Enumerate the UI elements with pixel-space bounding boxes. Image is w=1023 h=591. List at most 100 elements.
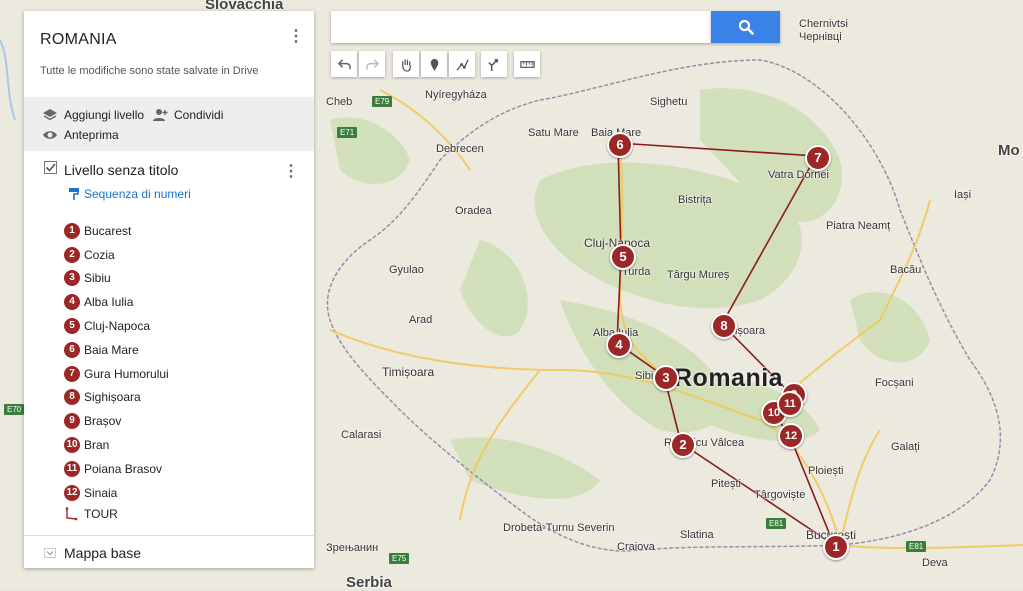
preview-button[interactable]: Anteprima: [42, 127, 119, 143]
select-items-button[interactable]: [393, 51, 419, 77]
map-marker-4[interactable]: 4: [606, 332, 632, 358]
paint-roller-icon: [69, 188, 79, 200]
road-shield: E70: [4, 404, 25, 415]
side-panel: ROMANIA ⋮ Tutte le modifiche sono state …: [24, 11, 314, 568]
place-name: Bucarest: [84, 223, 132, 238]
map-marker-8[interactable]: 8: [711, 313, 737, 339]
place-name: Bran: [84, 438, 110, 453]
place-name: Baia Mare: [84, 342, 139, 357]
map-label-craiova: Craiova: [617, 541, 655, 553]
layer-title[interactable]: Livello senza titolo: [64, 162, 178, 178]
place-name: Cluj-Napoca: [84, 319, 151, 334]
list-item[interactable]: 4 Alba Iulia: [64, 290, 169, 314]
road-shield: E81: [766, 518, 787, 529]
map-label-serbia: Serbia: [346, 574, 392, 591]
map-label-bacau: Bacău: [890, 264, 922, 276]
number-badge: 1: [64, 222, 80, 239]
list-item[interactable]: 10 Bran: [64, 433, 169, 457]
redo-icon: [365, 58, 379, 69]
map-label-piatra-neamt: Piatra Neamț: [826, 220, 891, 232]
list-item[interactable]: 8 Sighișoara: [64, 386, 169, 410]
map-label-bistrita: Bistrița: [678, 194, 712, 206]
share-label: Condividi: [174, 108, 224, 122]
number-badge: 7: [64, 365, 80, 382]
number-badge: 6: [64, 341, 80, 358]
map-marker-12[interactable]: 12: [778, 423, 804, 449]
map-marker-1[interactable]: 1: [823, 534, 849, 560]
place-name: Alba Iulia: [84, 295, 134, 310]
place-name: Poiana Brasov: [84, 461, 163, 476]
share-button[interactable]: Condividi: [152, 107, 223, 123]
map-label-calarasi: Deva: [922, 557, 948, 569]
map-marker-3[interactable]: 3: [653, 365, 679, 391]
add-layer-button[interactable]: Aggiungi livello: [42, 107, 144, 123]
place-name: Sinaia: [84, 485, 118, 500]
map-title[interactable]: ROMANIA: [40, 31, 117, 49]
number-badge: 8: [64, 389, 80, 406]
add-marker-button[interactable]: [421, 51, 447, 77]
road-shield: E81: [906, 541, 927, 552]
directions-button[interactable]: [481, 51, 507, 77]
map-label-chernivtsi: Chernivtsi: [799, 18, 848, 30]
map-options-icon[interactable]: ⋮: [286, 27, 306, 47]
map-label-debrecen: Debrecen: [436, 143, 484, 155]
hand-icon: [401, 58, 411, 72]
list-item[interactable]: 6 Baia Mare: [64, 338, 169, 362]
number-badge: 9: [64, 413, 80, 430]
place-name: Brașov: [84, 414, 122, 429]
undo-icon: [337, 58, 351, 69]
map-label-zrenjanin: Calarasi: [341, 429, 382, 441]
map-label-oradea: Oradea: [455, 205, 492, 217]
map-marker-7[interactable]: 7: [805, 145, 831, 171]
style-link[interactable]: Sequenza di numeri: [68, 187, 191, 201]
list-item[interactable]: 7 Gura Humorului: [64, 362, 169, 386]
layers-icon: [43, 109, 57, 121]
tour-route-item[interactable]: TOUR: [64, 507, 118, 521]
measure-button[interactable]: [514, 51, 540, 77]
list-item[interactable]: 11 Poiana Brasov: [64, 457, 169, 481]
undo-button[interactable]: [331, 51, 357, 77]
place-name: Sibiu: [84, 271, 111, 286]
map-marker-5[interactable]: 5: [610, 244, 636, 270]
list-item[interactable]: 3 Sibiu: [64, 267, 169, 291]
map-label-targoviste: Târgoviște: [754, 489, 806, 501]
map-label-drobeta: Drobeta-Turnu Severin: [503, 522, 615, 534]
map-label-galati: Galați: [891, 441, 920, 453]
list-item[interactable]: 1 Bucarest: [64, 219, 169, 243]
list-item[interactable]: 9 Brașov: [64, 409, 169, 433]
map-marker-11[interactable]: 11: [777, 391, 803, 417]
add-person-icon: [153, 109, 168, 121]
number-badge: 10: [64, 437, 80, 454]
place-name: Gura Humorului: [84, 366, 169, 381]
places-list: 1 Bucarest 2 Cozia 3 Sibiu 4 Alba Iulia 5 Clu…: [64, 219, 169, 505]
save-status: Tutte le modifiche sono state salvate in…: [40, 65, 259, 77]
search-button[interactable]: [711, 11, 780, 43]
map-label-pitesti: Pitești: [711, 478, 741, 490]
layer-options-icon[interactable]: ⋮: [281, 162, 301, 182]
list-item[interactable]: 5 Cluj-Napoca: [64, 314, 169, 338]
draw-line-icon: [455, 59, 469, 71]
number-badge: 5: [64, 318, 80, 335]
road-shield: E71: [337, 127, 358, 138]
road-shield: E79: [372, 96, 393, 107]
directions-icon: [487, 58, 498, 71]
number-badge: 11: [64, 460, 80, 477]
eye-icon: [43, 131, 57, 139]
list-item[interactable]: 2 Cozia: [64, 243, 169, 267]
map-marker-2[interactable]: 2: [670, 432, 696, 458]
redo-button[interactable]: [359, 51, 385, 77]
number-badge: 2: [64, 246, 80, 263]
layer-visibility-checkbox[interactable]: [44, 161, 57, 174]
map-label-cheb: Cheb: [326, 96, 353, 108]
base-map-label: Mappa base: [64, 545, 142, 561]
chevron-down-icon: [44, 548, 56, 558]
list-item[interactable]: 12 Sinaia: [64, 481, 169, 505]
add-layer-label: Aggiungi livello: [64, 108, 145, 122]
map-marker-6[interactable]: 6: [607, 132, 633, 158]
search-input[interactable]: [331, 11, 711, 43]
base-map-section[interactable]: Mappa base: [24, 535, 314, 568]
map-label-country: Romania: [674, 364, 784, 392]
draw-line-button[interactable]: [449, 51, 475, 77]
marker-icon: [430, 58, 438, 71]
number-badge: 12: [64, 484, 80, 501]
